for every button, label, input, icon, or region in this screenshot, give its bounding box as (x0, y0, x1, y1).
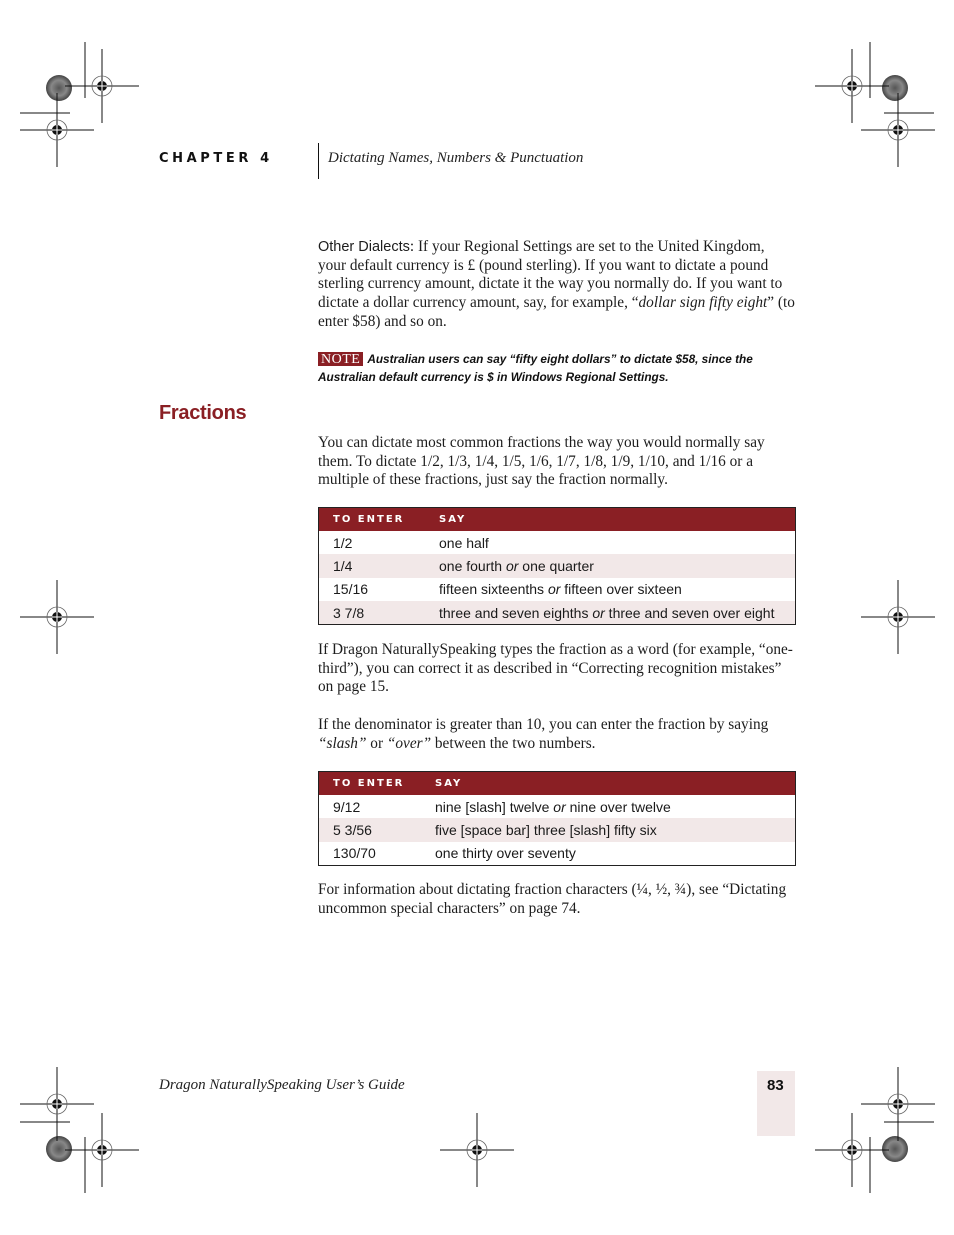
registration-cross-icon (19, 1066, 95, 1142)
registration-cross-icon (19, 92, 95, 168)
star-target-icon (46, 75, 72, 101)
star-target-icon (46, 1136, 72, 1162)
registration-cross-icon (19, 579, 95, 655)
registration-cross-icon (439, 1112, 515, 1188)
registration-cross-icon (814, 48, 890, 124)
registration-cross-icon (860, 92, 936, 168)
star-target-icon (882, 1136, 908, 1162)
registration-cross-icon (860, 579, 936, 655)
star-target-icon (882, 75, 908, 101)
registration-marks (19, 42, 936, 1193)
registration-cross-icon (860, 1066, 936, 1142)
registration-cross-icon (64, 1112, 140, 1188)
registration-cross-icon (64, 48, 140, 124)
registration-cross-icon (814, 1112, 890, 1188)
